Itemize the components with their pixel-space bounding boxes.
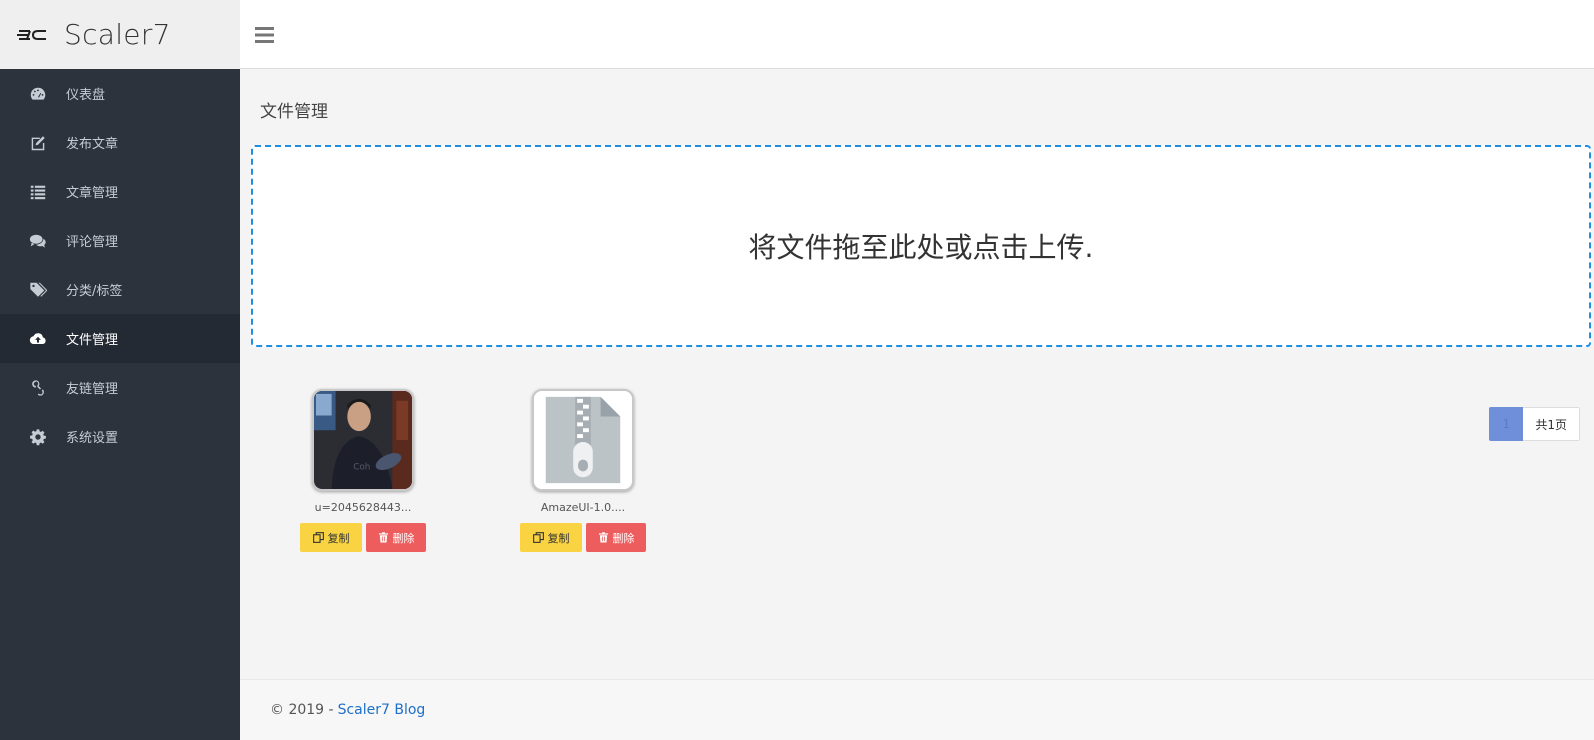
comments-icon: [28, 231, 48, 251]
sidebar-item-label: 文章管理: [66, 186, 119, 201]
file-thumbnail[interactable]: Coh: [312, 389, 414, 491]
logo-icon: [17, 29, 46, 40]
zip-file-icon: [534, 391, 632, 489]
file-card: Coh u=2045628443... 复制 删除: [300, 389, 426, 552]
footer-blog-link[interactable]: Scaler7 Blog: [338, 702, 426, 718]
copy-label: 复制: [327, 531, 350, 545]
sidebar-item-label: 文件管理: [66, 333, 119, 348]
sidebar-item-label: 评论管理: [66, 235, 119, 250]
gear-icon: [28, 427, 48, 447]
sidebar: Scaler7 仪表盘 发布文章 文章管理 评论管理 分类/标签 文件管理 友链…: [0, 0, 240, 740]
link-icon: [28, 378, 48, 398]
delete-label: 删除: [612, 531, 635, 545]
file-card: AmazeUI-1.0.... 复制 删除: [520, 389, 646, 552]
copy-button[interactable]: 复制: [300, 523, 362, 552]
sidebar-item-links[interactable]: 友链管理: [0, 363, 240, 412]
footer-copyright: © 2019 -: [270, 702, 334, 718]
sidebar-item-label: 系统设置: [66, 431, 119, 446]
pagination: 1 共1页: [1489, 407, 1580, 441]
page-total: 共1页: [1523, 407, 1580, 441]
main-content: 文件管理 将文件拖至此处或点击上传. Coh u=2045628443... 复…: [240, 69, 1594, 679]
sidebar-nav: 仪表盘 发布文章 文章管理 评论管理 分类/标签 文件管理 友链管理 系统设置: [0, 69, 240, 461]
dropzone-text: 将文件拖至此处或点击上传.: [748, 231, 1094, 264]
upload-dropzone[interactable]: 将文件拖至此处或点击上传.: [251, 145, 1591, 347]
sidebar-item-label: 发布文章: [66, 137, 119, 152]
sidebar-item-label: 分类/标签: [66, 284, 123, 299]
photo-thumbnail-icon: Coh: [314, 391, 412, 489]
page-number-current[interactable]: 1: [1489, 407, 1524, 441]
sidebar-item-comments[interactable]: 评论管理: [0, 216, 240, 265]
copy-label: 复制: [547, 531, 570, 545]
copy-icon: [532, 532, 544, 543]
sidebar-item-label: 仪表盘: [66, 88, 106, 103]
dashboard-icon: [28, 84, 48, 104]
file-actions: 复制 删除: [520, 523, 646, 552]
tags-icon: [28, 280, 48, 300]
hamburger-menu-icon[interactable]: [254, 24, 276, 46]
sidebar-item-publish[interactable]: 发布文章: [0, 118, 240, 167]
footer: © 2019 - Scaler7 Blog: [240, 679, 1594, 740]
cloud-upload-icon: [28, 329, 48, 349]
sidebar-item-tags[interactable]: 分类/标签: [0, 265, 240, 314]
svg-text:Coh: Coh: [353, 462, 370, 472]
page-title: 文件管理: [260, 102, 328, 122]
trash-icon: [378, 532, 388, 543]
delete-label: 删除: [392, 531, 415, 545]
sidebar-item-label: 友链管理: [66, 382, 119, 397]
edit-icon: [28, 133, 48, 153]
file-name: AmazeUI-1.0....: [540, 501, 626, 514]
top-header: [240, 0, 1594, 69]
trash-icon: [598, 532, 608, 543]
sidebar-item-dashboard[interactable]: 仪表盘: [0, 69, 240, 118]
file-actions: 复制 删除: [300, 523, 426, 552]
delete-button[interactable]: 删除: [586, 523, 646, 552]
sidebar-item-settings[interactable]: 系统设置: [0, 412, 240, 461]
brand-name: Scaler7: [64, 18, 171, 51]
copy-button[interactable]: 复制: [520, 523, 582, 552]
file-thumbnail[interactable]: [532, 389, 634, 491]
delete-button[interactable]: 删除: [366, 523, 426, 552]
copy-icon: [312, 532, 324, 543]
list-icon: [28, 182, 48, 202]
sidebar-item-articles[interactable]: 文章管理: [0, 167, 240, 216]
file-name: u=2045628443...: [314, 501, 412, 514]
sidebar-item-files[interactable]: 文件管理: [0, 314, 240, 363]
brand[interactable]: Scaler7: [0, 0, 240, 69]
